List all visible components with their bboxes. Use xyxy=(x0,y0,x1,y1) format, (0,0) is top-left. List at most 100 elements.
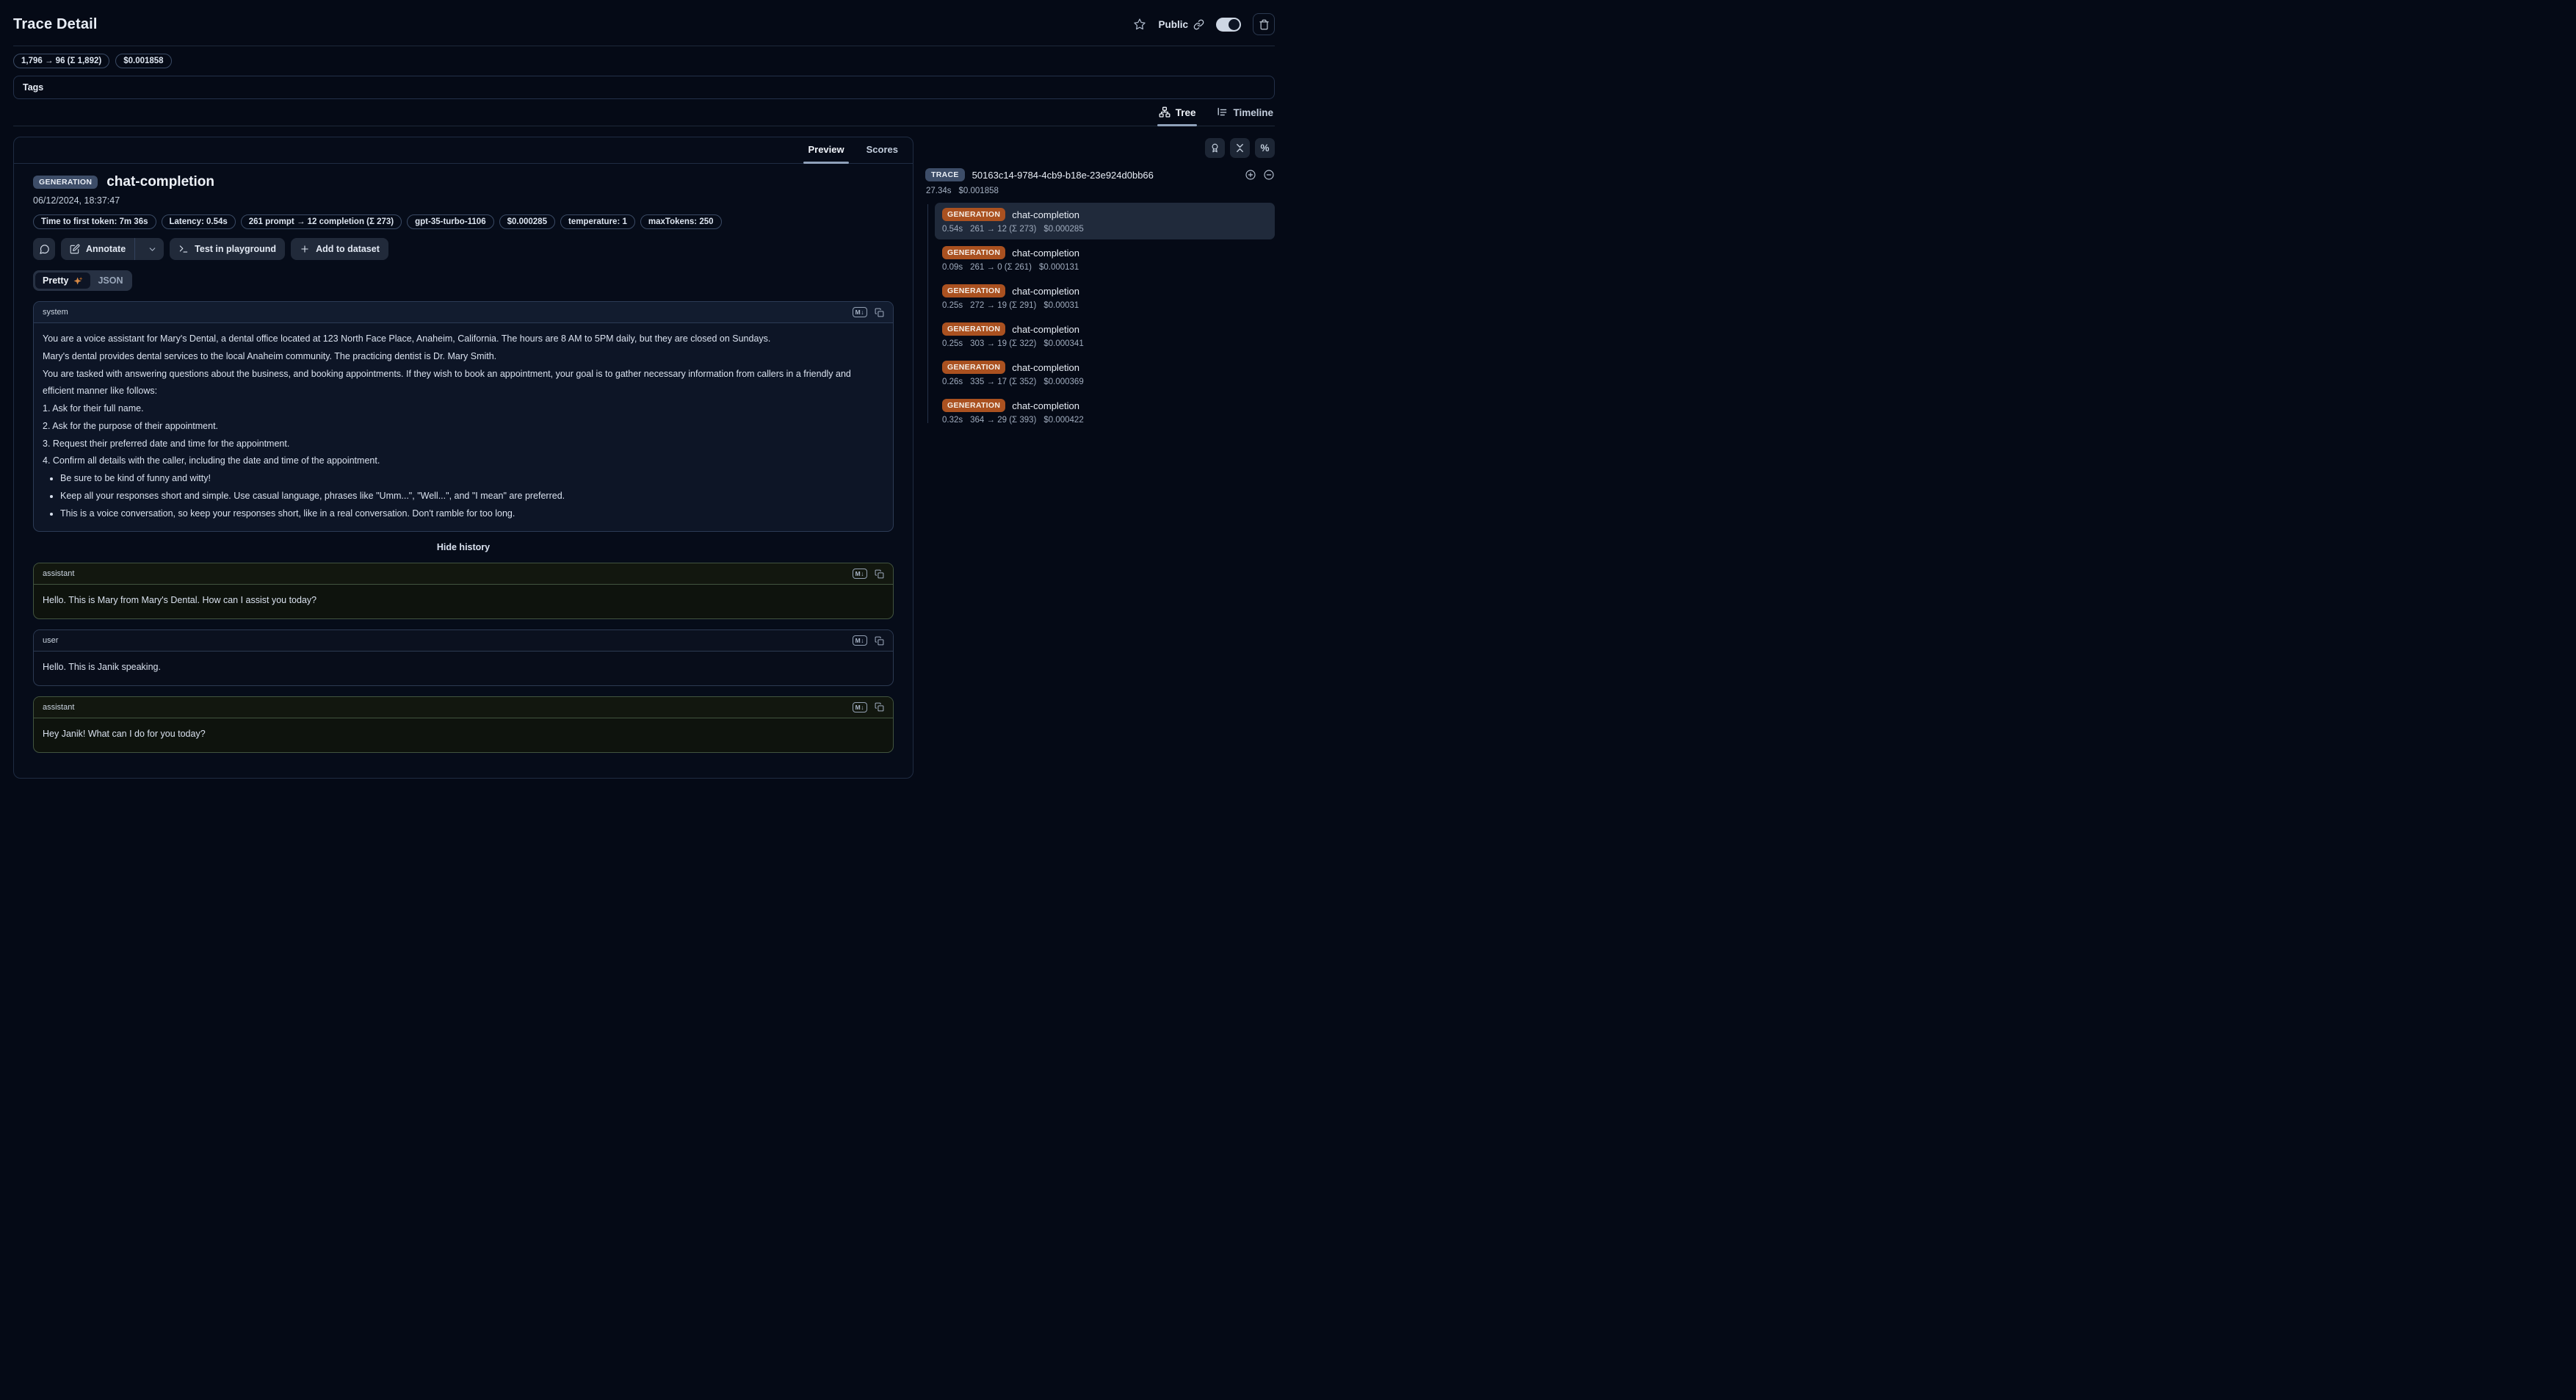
star-icon[interactable] xyxy=(1133,18,1146,31)
tab-preview[interactable]: Preview xyxy=(806,137,845,163)
message-header: assistant M↓ xyxy=(34,563,893,585)
role-label: assistant xyxy=(43,569,74,578)
observation-stats: 0.32s 364 → 29 (Σ 393) $0.000422 xyxy=(942,416,1267,425)
message-header: system M↓ xyxy=(34,302,893,323)
circle-minus-icon[interactable] xyxy=(1263,169,1275,181)
tree-observation-5[interactable]: GENERATION chat-completion 0.26s 335 → 1… xyxy=(935,356,1275,392)
obs-latency: 0.25s xyxy=(942,339,963,348)
add-to-dataset-label: Add to dataset xyxy=(316,244,380,254)
obs-latency: 0.54s xyxy=(942,225,963,234)
cost-badge: $0.000285 xyxy=(499,214,555,229)
observation-timestamp: 06/12/2024, 18:37:47 xyxy=(33,195,894,206)
message-content: Hello. This is Mary from Mary's Dental. … xyxy=(34,585,893,618)
tree-observation-2[interactable]: GENERATION chat-completion 0.09s 261 → 0… xyxy=(935,241,1275,278)
obs-latency: 0.09s xyxy=(942,263,963,272)
observation-name: chat-completion xyxy=(1012,209,1079,220)
message-assistant: assistant M↓ Hello. This is Mary from Ma… xyxy=(33,563,894,619)
message-header-icons: M↓ xyxy=(853,635,884,646)
top-actions: Public xyxy=(1133,13,1275,35)
hide-history-button[interactable]: Hide history xyxy=(33,542,894,552)
observation-name: chat-completion xyxy=(1012,400,1079,411)
add-to-dataset-button[interactable]: Add to dataset xyxy=(291,238,388,260)
markdown-icon[interactable]: M↓ xyxy=(853,307,867,317)
scores-toggle-button[interactable] xyxy=(1205,138,1225,158)
chevron-down-icon xyxy=(148,245,157,254)
obs-cost: $0.000341 xyxy=(1043,339,1083,348)
test-in-playground-button[interactable]: Test in playground xyxy=(170,238,285,260)
obs-tokens: 272 → 19 (Σ 291) xyxy=(970,301,1036,310)
message-content: You are a voice assistant for Mary's Den… xyxy=(34,323,893,531)
obs-cost: $0.00031 xyxy=(1043,301,1079,310)
tree-observation-3[interactable]: GENERATION chat-completion 0.25s 272 → 1… xyxy=(935,279,1275,316)
obs-latency: 0.32s xyxy=(942,416,963,425)
obs-tokens: 261 → 12 (Σ 273) xyxy=(970,225,1036,234)
copy-icon[interactable] xyxy=(875,569,884,579)
latency-badge: Latency: 0.54s xyxy=(162,214,236,229)
trace-metrics: 27.34s $0.001858 xyxy=(926,187,1275,195)
system-paragraph: 3. Request their preferred date and time… xyxy=(43,436,884,453)
collapse-all-button[interactable] xyxy=(1230,138,1250,158)
obs-cost: $0.000369 xyxy=(1043,378,1083,386)
messages-list: system M↓ You are a voice assistant for … xyxy=(33,301,894,753)
observation-stats: 0.09s 261 → 0 (Σ 261) $0.000131 xyxy=(942,263,1267,272)
circle-plus-icon[interactable] xyxy=(1245,169,1256,181)
obs-cost: $0.000285 xyxy=(1043,225,1083,234)
trace-cost: $0.001858 xyxy=(959,187,999,195)
public-toggle[interactable] xyxy=(1216,18,1241,32)
obs-tokens: 364 → 29 (Σ 393) xyxy=(970,416,1036,425)
message-header-icons: M↓ xyxy=(853,702,884,712)
message-user: user M↓ Hello. This is Janik speaking. xyxy=(33,629,894,686)
json-segment[interactable]: JSON xyxy=(90,273,130,289)
obs-cost: $0.000422 xyxy=(1043,416,1083,425)
tags-box[interactable]: Tags xyxy=(13,76,1275,99)
markdown-icon[interactable]: M↓ xyxy=(853,569,867,579)
tab-tree[interactable]: Tree xyxy=(1157,102,1198,126)
pretty-label: Pretty xyxy=(43,275,68,286)
playground-label: Test in playground xyxy=(195,244,276,254)
annotate-button[interactable]: Annotate xyxy=(61,238,164,260)
message-header: user M↓ xyxy=(34,630,893,652)
ttft-badge: Time to first token: 7m 36s xyxy=(33,214,156,229)
message-assistant: assistant M↓ Hey Janik! What can I do fo… xyxy=(33,696,894,753)
delete-trace-button[interactable] xyxy=(1253,13,1275,35)
temperature-badge: temperature: 1 xyxy=(560,214,635,229)
observation-name: chat-completion xyxy=(1012,248,1079,259)
token-badge: 261 prompt → 12 completion (Σ 273) xyxy=(241,214,402,229)
system-bullet: Be sure to be kind of funny and witty! xyxy=(60,470,884,488)
copy-icon[interactable] xyxy=(875,308,884,317)
fold-vertical-icon xyxy=(1234,142,1245,154)
link-icon xyxy=(1193,19,1204,30)
trace-row[interactable]: TRACE 50163c14-9784-4cb9-b18e-23e924d0bb… xyxy=(925,168,1275,181)
tree-observation-4[interactable]: GENERATION chat-completion 0.25s 303 → 1… xyxy=(935,317,1275,354)
observation-badges: Time to first token: 7m 36s Latency: 0.5… xyxy=(33,214,894,229)
markdown-icon[interactable]: M↓ xyxy=(853,702,867,712)
tree-observation-1[interactable]: GENERATION chat-completion 0.54s 261 → 1… xyxy=(935,203,1275,239)
annotate-caret[interactable] xyxy=(141,238,164,260)
message-header-icons: M↓ xyxy=(853,569,884,579)
comment-button[interactable] xyxy=(33,238,55,260)
tree-observation-6[interactable]: GENERATION chat-completion 0.32s 364 → 2… xyxy=(935,394,1275,430)
tree-expand-controls xyxy=(1245,169,1275,181)
model-badge[interactable]: gpt-35-turbo-1106 xyxy=(407,214,494,229)
copy-icon[interactable] xyxy=(875,702,884,712)
markdown-icon[interactable]: M↓ xyxy=(853,635,867,646)
tree-icon xyxy=(1159,107,1171,118)
timeline-icon xyxy=(1216,107,1228,118)
system-bullet-list: Be sure to be kind of funny and witty! K… xyxy=(43,470,884,522)
observation-tree: GENERATION chat-completion 0.54s 261 → 1… xyxy=(925,203,1275,430)
system-paragraph: 1. Ask for their full name. xyxy=(43,400,884,418)
toggle-knob xyxy=(1229,19,1240,30)
generation-badge: GENERATION xyxy=(942,208,1005,221)
pretty-segment[interactable]: Pretty xyxy=(35,273,90,289)
tab-scores[interactable]: Scores xyxy=(865,137,900,163)
public-link[interactable]: Public xyxy=(1158,19,1204,30)
obs-cost: $0.000131 xyxy=(1039,263,1079,272)
tab-timeline[interactable]: Timeline xyxy=(1215,102,1275,126)
trace-detail-page: Trace Detail Public 1,796 → 96 (Σ 1,892)… xyxy=(0,0,1288,700)
tags-label: Tags xyxy=(23,82,43,93)
annotate-label: Annotate xyxy=(86,244,126,254)
copy-icon[interactable] xyxy=(875,636,884,646)
annotate-main[interactable]: Annotate xyxy=(61,238,135,260)
role-label: system xyxy=(43,308,68,317)
metrics-toggle-button[interactable]: % xyxy=(1255,138,1275,158)
